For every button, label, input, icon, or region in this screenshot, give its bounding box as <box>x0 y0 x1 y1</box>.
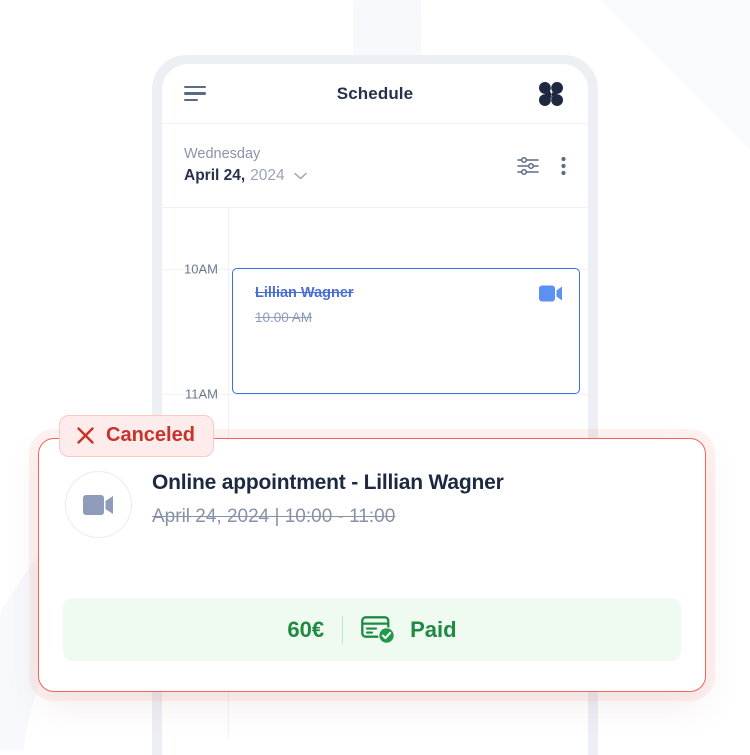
date-year: 2024 <box>250 167 285 184</box>
date-bar-actions <box>517 156 566 176</box>
hour-label-1: 11AM <box>185 386 218 402</box>
price-amount: 60€ <box>287 616 325 642</box>
hour-gridline <box>162 394 588 395</box>
appointment-datetime: April 24, 2024 | 10:00 - 11:00 <box>152 506 396 527</box>
close-x-icon <box>77 427 94 444</box>
app-header: Schedule <box>162 64 588 124</box>
video-camera-icon <box>83 494 113 515</box>
calendar-event-lillian-wagner[interactable]: Lillian Wagner 10.00 AM <box>232 268 580 394</box>
date-value-group[interactable]: April 24, 2024 <box>184 167 307 185</box>
event-time: 10.00 AM <box>255 310 313 325</box>
status-badge: Canceled <box>59 415 214 457</box>
payment-status-row: 60€ Paid <box>63 598 681 661</box>
payment-status-label: Paid <box>410 616 457 642</box>
credit-card-check-icon <box>361 615 395 644</box>
brand-logo-icon[interactable] <box>536 79 566 109</box>
appointment-detail-card[interactable]: Canceled Online appointment - Lillian Wa… <box>38 415 706 692</box>
hamburger-menu-icon[interactable] <box>184 85 206 102</box>
hour-label-0: 10AM <box>184 261 218 277</box>
page-title: Schedule <box>336 83 414 103</box>
paid-status-group: Paid <box>361 615 457 645</box>
video-camera-icon[interactable] <box>539 285 563 302</box>
event-client-name: Lillian Wagner <box>255 285 354 301</box>
avatar <box>65 471 132 538</box>
date-selector[interactable]: Wednesday April 24, 2024 <box>184 146 307 185</box>
payment-divider <box>342 615 344 644</box>
more-vertical-icon[interactable] <box>561 156 566 176</box>
weekday-label: Wednesday <box>184 146 261 162</box>
appointment-title: Online appointment - Lillian Wagner <box>152 471 504 494</box>
detail-text-block: Online appointment - Lillian Wagner Apri… <box>152 469 504 528</box>
status-badge-label: Canceled <box>106 424 195 446</box>
chevron-down-icon[interactable] <box>293 172 307 180</box>
event-header-row: Lillian Wagner 10.00 AM <box>255 285 563 325</box>
date-bar: Wednesday April 24, 2024 <box>162 124 588 208</box>
filter-sliders-icon[interactable] <box>517 156 539 176</box>
date-day-month: April 24, <box>184 167 246 184</box>
